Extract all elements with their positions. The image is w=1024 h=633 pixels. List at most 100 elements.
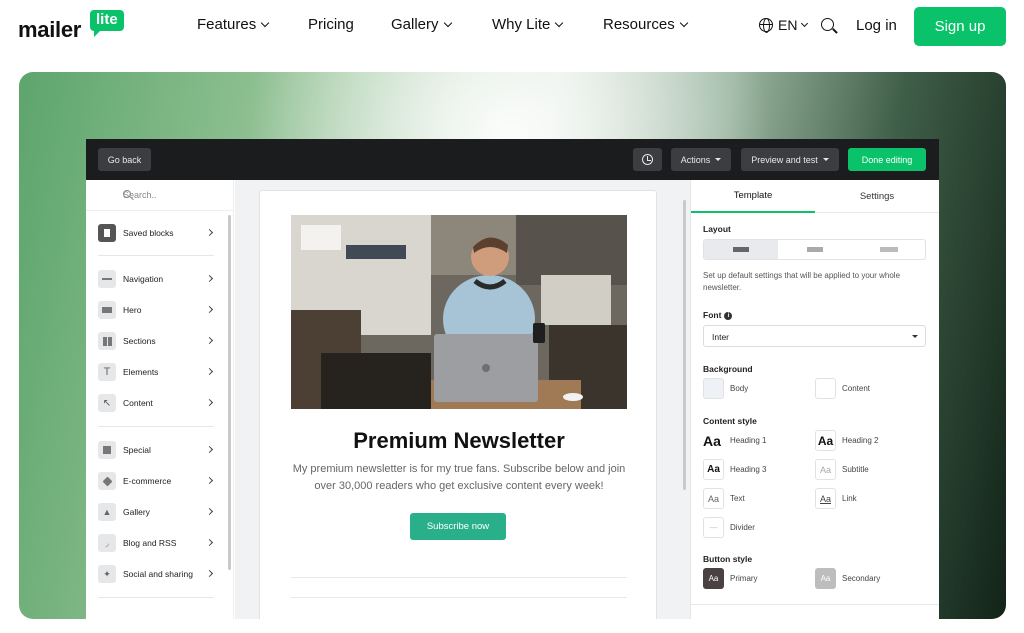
style-sample: Aa [703, 488, 724, 509]
nav-resources[interactable]: Resources [603, 16, 688, 33]
subscribe-button[interactable]: Subscribe now [410, 513, 506, 540]
nav-gallery[interactable]: Gallery [391, 16, 452, 33]
chevron-right-icon [205, 274, 214, 283]
hero-photo[interactable] [291, 215, 627, 409]
nav-pricing[interactable]: Pricing [308, 16, 354, 33]
editor-window: Go back Actions Preview and test Done ed… [86, 139, 939, 619]
block-label: E-commerce [123, 476, 172, 486]
newsletter-title[interactable]: Premium Newsletter [260, 428, 658, 454]
style-sample: Aa [815, 430, 836, 451]
login-link[interactable]: Log in [856, 17, 897, 34]
history-button[interactable] [633, 148, 662, 171]
chevron-down-icon [260, 18, 270, 27]
editor-toolbar: Go back Actions Preview and test Done ed… [86, 139, 939, 180]
chevron-down-icon [555, 18, 564, 27]
special-icon [98, 441, 116, 459]
style-label: Heading 3 [730, 465, 767, 474]
signup-button[interactable]: Sign up [914, 7, 1006, 46]
font-select[interactable]: Inter [703, 325, 926, 347]
chevron-right-icon [205, 445, 214, 454]
actions-label: Actions [680, 154, 711, 165]
style-sample: Aa [703, 432, 721, 449]
block-label: Blog and RSS [123, 538, 177, 548]
block-ecommerce[interactable]: E-commerce [98, 471, 214, 491]
nav-pricing-label: Pricing [308, 16, 354, 33]
email-canvas: Premium Newsletter My premium newsletter… [235, 180, 690, 619]
style-heading-1[interactable]: Aa Heading 1 [703, 430, 766, 451]
caret-down-icon [912, 335, 918, 338]
style-label: Divider [730, 523, 755, 532]
style-text[interactable]: Aa Text [703, 488, 745, 509]
tab-template[interactable]: Template [691, 180, 815, 213]
block-blog-rss[interactable]: ◞ Blog and RSS [98, 533, 214, 553]
block-hero[interactable]: Hero [98, 300, 214, 320]
block-label: Navigation [123, 274, 164, 284]
style-subtitle[interactable]: Aa Subtitle [815, 459, 869, 480]
nav-why-lite[interactable]: Why Lite [492, 16, 564, 33]
chevron-right-icon [205, 398, 214, 407]
go-back-button[interactable]: Go back [98, 148, 151, 171]
style-label: Heading 1 [730, 436, 767, 445]
done-editing-button[interactable]: Done editing [848, 148, 926, 171]
chevron-right-icon [205, 569, 214, 578]
style-divider[interactable]: — Divider [703, 517, 755, 538]
block-content[interactable]: ↖ Content [98, 393, 214, 413]
search-icon[interactable] [821, 18, 834, 31]
bookmark-icon [98, 224, 116, 242]
tab-settings[interactable]: Settings [815, 180, 939, 213]
language-label: EN [778, 17, 798, 33]
block-label: Social and sharing [123, 569, 193, 579]
search-placeholder: Search.. [123, 190, 157, 200]
background-content[interactable]: Content [815, 378, 870, 399]
style-link[interactable]: Aa Link [815, 488, 857, 509]
globe-icon [759, 18, 773, 33]
info-icon[interactable]: i [724, 312, 733, 320]
actions-button[interactable]: Actions [671, 148, 731, 171]
style-label: Primary [730, 574, 758, 583]
layout-heading: Layout [703, 224, 731, 234]
block-navigation[interactable]: Navigation [98, 269, 214, 289]
button-style-secondary[interactable]: Aa Secondary [815, 568, 880, 589]
chevron-right-icon [205, 336, 214, 345]
layout-medium-icon [807, 247, 823, 252]
canvas-scrollbar[interactable] [683, 200, 686, 490]
newsletter-description[interactable]: My premium newsletter is for my true fan… [290, 461, 628, 495]
language-selector[interactable]: EN [759, 17, 809, 33]
layout-option-wide[interactable] [852, 240, 926, 259]
layout-wide-icon [880, 247, 898, 252]
chevron-down-icon [443, 18, 452, 27]
text-icon: T [98, 363, 116, 381]
style-heading-2[interactable]: Aa Heading 2 [815, 430, 878, 451]
button-style-primary[interactable]: Aa Primary [703, 568, 758, 589]
nav-features[interactable]: Features [197, 16, 270, 33]
layout-option-narrow[interactable] [704, 240, 778, 259]
layout-option-medium[interactable] [778, 240, 852, 259]
block-special[interactable]: Special [98, 440, 214, 460]
email-preview[interactable]: Premium Newsletter My premium newsletter… [259, 190, 657, 619]
blocks-search[interactable]: Search.. [86, 180, 234, 211]
style-label: Heading 2 [842, 436, 879, 445]
block-sections[interactable]: Sections [98, 331, 214, 351]
blocks-scrollbar[interactable] [228, 215, 231, 570]
block-saved-blocks[interactable]: Saved blocks [98, 223, 214, 243]
block-social-sharing[interactable]: ✦ Social and sharing [98, 564, 214, 584]
style-heading-3[interactable]: Aa Heading 3 [703, 459, 766, 480]
background-body[interactable]: Body [703, 378, 748, 399]
chevron-right-icon [205, 305, 214, 314]
nav-resources-label: Resources [603, 16, 675, 33]
chevron-down-icon [679, 18, 688, 27]
preview-button[interactable]: Preview and test [741, 148, 839, 171]
settings-panel: Template Settings Layout Set up default … [690, 180, 939, 619]
button-style-heading: Button style [703, 554, 753, 564]
block-label: Elements [123, 367, 159, 377]
block-elements[interactable]: T Elements [98, 362, 214, 382]
cursor-icon: ↖ [98, 394, 116, 412]
divider [291, 577, 627, 578]
divider [291, 597, 627, 598]
font-value: Inter [712, 332, 730, 342]
caret-down-icon [822, 158, 829, 161]
tag-icon [98, 472, 116, 490]
block-label: Saved blocks [123, 228, 174, 238]
block-gallery[interactable]: ▲ Gallery [98, 502, 214, 522]
chevron-right-icon [205, 476, 214, 485]
